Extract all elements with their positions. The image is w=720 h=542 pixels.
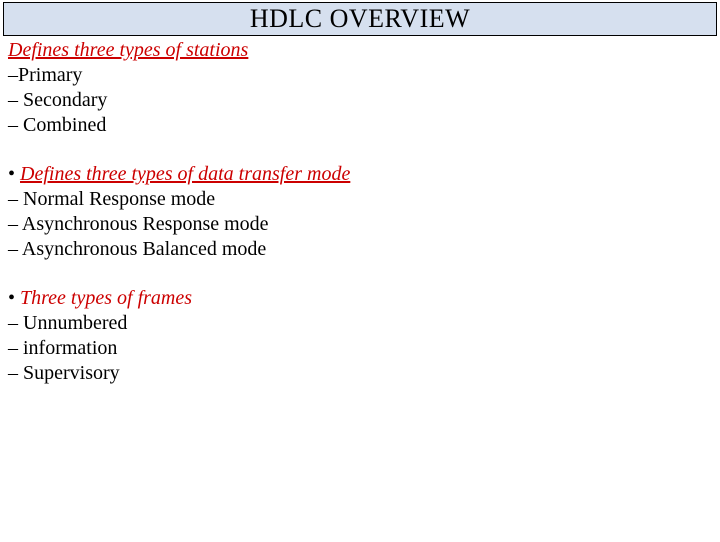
spacer: [8, 262, 720, 286]
list-item: – Secondary: [8, 88, 720, 113]
frames-heading-row: • Three types of frames: [8, 286, 720, 311]
modes-heading: Defines three types of data transfer mod…: [20, 163, 350, 185]
modes-heading-row: • Defines three types of data transfer m…: [8, 162, 720, 187]
list-item: – Supervisory: [8, 361, 720, 386]
list-item: – Combined: [8, 113, 720, 138]
list-item: – information: [8, 336, 720, 361]
section-stations: Defines three types of stations –Primary…: [8, 38, 720, 138]
slide-title: HDLC OVERVIEW: [250, 4, 470, 34]
section-frames: • Three types of frames – Unnumbered – i…: [8, 286, 720, 386]
list-item: – Normal Response mode: [8, 187, 720, 212]
stations-heading: Defines three types of stations: [8, 38, 720, 63]
slide-title-bar: HDLC OVERVIEW: [3, 2, 717, 36]
spacer: [8, 138, 720, 162]
list-item: –Primary: [8, 63, 720, 88]
bullet-icon: •: [8, 287, 15, 309]
frames-heading: Three types of frames: [20, 287, 192, 309]
list-item: – Unnumbered: [8, 311, 720, 336]
slide-body: Defines three types of stations –Primary…: [0, 36, 720, 386]
slide: HDLC OVERVIEW Defines three types of sta…: [0, 2, 720, 542]
section-modes: • Defines three types of data transfer m…: [8, 162, 720, 262]
bullet-icon: •: [8, 163, 15, 185]
list-item: – Asynchronous Response mode: [8, 212, 720, 237]
list-item: – Asynchronous Balanced mode: [8, 237, 720, 262]
